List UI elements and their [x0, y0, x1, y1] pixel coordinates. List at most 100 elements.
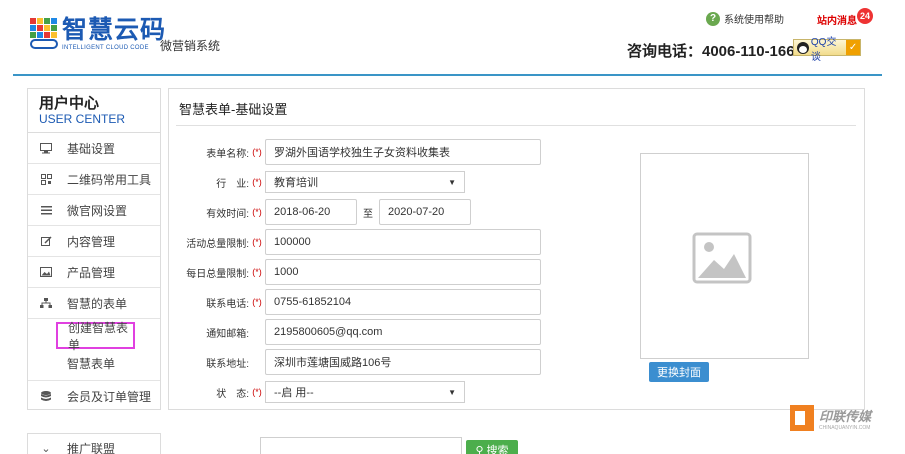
page: 智慧云码 INTELLIGENT CLOUD CODE 微营销系统 ? 系统使用… — [0, 0, 905, 454]
help-icon: ? — [706, 11, 720, 26]
change-cover-button[interactable]: 更换封面 — [649, 362, 709, 382]
help-link[interactable]: ? 系统使用帮助 — [706, 11, 784, 26]
form-row-name: 表单名称: (*) 罗湖外国语学校独生子女资料收集表 — [169, 139, 541, 165]
dropdown-arrow-icon: ▼ — [448, 177, 456, 187]
qq-chat-label: QQ交谈 — [810, 36, 837, 63]
panel-divider — [176, 125, 856, 126]
form-row-email: 通知邮箱: 2195800605@qq.com — [169, 319, 541, 345]
messages-link[interactable]: 站内消息 — [817, 12, 857, 27]
messages-count-badge: 24 — [857, 8, 873, 24]
form-name-input[interactable]: 罗湖外国语学校独生子女资料收集表 — [265, 139, 541, 165]
image-placeholder-icon — [692, 232, 752, 284]
form-row-period: 有效时间: (*) 2018-06-20 至 2020-07-20 — [169, 199, 471, 225]
sidebar-item-label: 推广联盟 — [67, 442, 116, 454]
qrcode-icon — [39, 172, 53, 186]
sidebar-item-basic-settings[interactable]: 基础设置 — [28, 133, 160, 164]
search-input[interactable] — [260, 437, 462, 454]
daily-limit-input[interactable]: 1000 — [265, 259, 541, 285]
field-label: 活动总量限制: — [186, 238, 249, 250]
contact-phone: 咨询电话：4006-110-166 — [627, 43, 795, 60]
sidebar-item-content[interactable]: 内容管理 — [28, 226, 160, 257]
database-icon — [39, 390, 53, 404]
form-row-daily-limit: 每日总量限制: (*) 1000 — [169, 259, 541, 285]
submenu-create-form[interactable]: 创建智慧表单 — [56, 321, 135, 352]
sidebar-item-promotion[interactable]: ⌄ 推广联盟 — [27, 433, 161, 454]
status-select-value: --启 用-- — [274, 387, 314, 399]
field-label: 有效时间: — [206, 208, 249, 220]
search-icon: ⚲ — [475, 444, 484, 454]
field-label: 行 业: — [216, 178, 249, 190]
help-label: 系统使用帮助 — [724, 15, 784, 26]
monitor-icon — [39, 141, 53, 155]
logo-mark-icon — [30, 16, 60, 50]
watermark-domain: CHINAQUANYIN.COM — [819, 424, 871, 431]
watermark-name: 印联传媒 — [819, 408, 872, 424]
contact-address-input[interactable]: 深圳市莲塘国威路106号 — [265, 349, 541, 375]
logo[interactable]: 智慧云码 INTELLIGENT CLOUD CODE — [30, 16, 166, 51]
form-row-phone: 联系电话: (*) 0755-61852104 — [169, 289, 541, 315]
form-row-total-limit: 活动总量限制: (*) 100000 — [169, 229, 541, 255]
submenu-forms-list[interactable]: 智慧表单 — [56, 349, 160, 377]
form-settings-panel: 智慧表单-基础设置 表单名称: (*) 罗湖外国语学校独生子女资料收集表 行 业… — [168, 88, 865, 410]
required-mark: (*) — [252, 297, 262, 307]
start-date-input[interactable]: 2018-06-20 — [265, 199, 357, 225]
form-row-industry: 行 业: (*) 教育培训 ▼ — [169, 169, 465, 195]
required-mark: (*) — [252, 267, 262, 277]
list-icon — [39, 203, 53, 217]
chevron-down-icon: ⌄ — [41, 443, 51, 454]
field-label: 表单名称: — [206, 148, 249, 160]
sidebar-item-label: 二维码常用工具 — [67, 172, 152, 187]
form-row-address: 联系地址: 深圳市莲塘国威路106号 — [169, 349, 541, 375]
date-range-separator: 至 — [363, 208, 373, 220]
watermark: 印联传媒 CHINAQUANYIN.COM — [790, 405, 871, 431]
required-mark: (*) — [252, 177, 262, 187]
sidebar-item-smart-forms[interactable]: 智慧的表单 — [28, 288, 160, 319]
sitemap-icon — [39, 296, 53, 310]
header-divider — [13, 74, 882, 76]
dropdown-arrow-icon: ▼ — [448, 387, 456, 397]
required-mark: (*) — [252, 387, 262, 397]
system-subtitle: 微营销系统 — [160, 39, 221, 53]
field-label: 通知邮箱: — [206, 328, 249, 340]
smart-forms-submenu: 创建智慧表单 智慧表单 — [28, 319, 160, 381]
form-row-status: 状 态: (*) --启 用-- ▼ — [169, 379, 465, 405]
sidebar-item-qrcode-tools[interactable]: 二维码常用工具 — [28, 164, 160, 195]
industry-select-value: 教育培训 — [274, 177, 318, 189]
notify-email-input[interactable]: 2195800605@qq.com — [265, 319, 541, 345]
required-mark: (*) — [252, 147, 262, 157]
sidebar-item-label: 内容管理 — [67, 234, 116, 249]
status-select[interactable]: --启 用-- ▼ — [265, 381, 465, 403]
sidebar-item-label: 产品管理 — [67, 265, 116, 280]
sidebar-item-members-orders[interactable]: 会员及订单管理 — [28, 381, 160, 412]
field-label: 联系地址: — [206, 358, 249, 370]
sidebar: 用户中心 USER CENTER 基础设置 二维码常用工具 微官网设置 内容管理… — [27, 88, 161, 410]
cover-image-placeholder — [640, 153, 809, 359]
logo-tagline: INTELLIGENT CLOUD CODE — [62, 45, 149, 51]
field-label: 联系电话: — [206, 298, 249, 310]
panel-title: 智慧表单-基础设置 — [179, 102, 288, 117]
qq-penguin-icon — [797, 41, 809, 54]
search-button-label: 搜索 — [486, 445, 509, 454]
industry-select[interactable]: 教育培训 ▼ — [265, 171, 465, 193]
search-button[interactable]: ⚲ 搜索 — [466, 440, 518, 454]
image-icon — [39, 265, 53, 279]
edit-icon — [39, 234, 53, 248]
required-mark: (*) — [252, 207, 262, 217]
required-mark: (*) — [252, 237, 262, 247]
field-label: 状 态: — [216, 388, 249, 400]
sidebar-item-label: 基础设置 — [67, 141, 116, 156]
field-label: 每日总量限制: — [186, 268, 249, 280]
total-limit-input[interactable]: 100000 — [265, 229, 541, 255]
contact-phone-input[interactable]: 0755-61852104 — [265, 289, 541, 315]
sidebar-item-products[interactable]: 产品管理 — [28, 257, 160, 288]
logo-name: 智慧云码 — [62, 16, 167, 44]
watermark-logo-icon — [790, 405, 814, 431]
qq-chat-button[interactable]: QQ交谈 ✓ — [793, 37, 861, 63]
sidebar-item-label: 微官网设置 — [67, 203, 128, 218]
checkmark-icon: ✓ — [846, 40, 860, 55]
sidebar-item-microsite[interactable]: 微官网设置 — [28, 195, 160, 226]
user-center-title: 用户中心 USER CENTER — [28, 89, 160, 133]
sidebar-item-label: 智慧的表单 — [67, 296, 128, 311]
end-date-input[interactable]: 2020-07-20 — [379, 199, 471, 225]
sidebar-item-label: 会员及订单管理 — [67, 390, 152, 404]
